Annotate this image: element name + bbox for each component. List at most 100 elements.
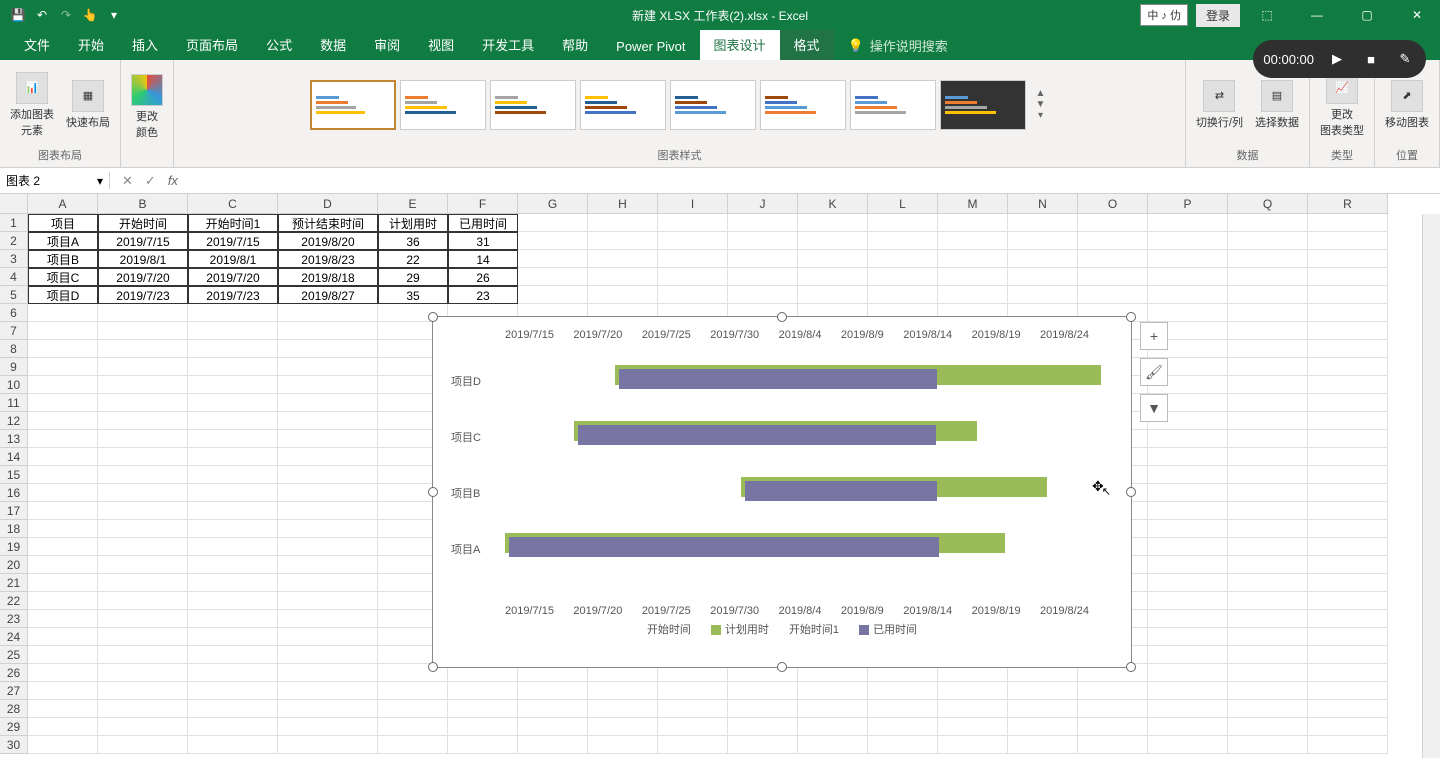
column-header[interactable]: F	[448, 194, 518, 214]
cell[interactable]	[798, 736, 868, 754]
cancel-formula-icon[interactable]: ✕	[122, 173, 133, 189]
cell[interactable]	[728, 682, 798, 700]
cell[interactable]	[588, 700, 658, 718]
cell[interactable]	[98, 592, 188, 610]
cell[interactable]: 2019/8/20	[278, 232, 378, 250]
cell[interactable]: 项目C	[28, 268, 98, 286]
cell[interactable]	[1228, 484, 1308, 502]
cell[interactable]	[1078, 250, 1148, 268]
cell[interactable]	[658, 268, 728, 286]
cell[interactable]	[278, 394, 378, 412]
cell[interactable]: 计划用时	[378, 214, 448, 232]
cell[interactable]	[1228, 286, 1308, 304]
cell[interactable]	[98, 304, 188, 322]
cell[interactable]	[518, 232, 588, 250]
cell[interactable]: 2019/8/27	[278, 286, 378, 304]
row-header[interactable]: 11	[0, 394, 28, 412]
column-header[interactable]: D	[278, 194, 378, 214]
menu-file[interactable]: 文件	[10, 29, 64, 60]
chart-filter-button[interactable]: ▼	[1140, 394, 1168, 422]
change-colors-button[interactable]: 更改 颜色	[127, 72, 167, 142]
cell[interactable]	[868, 718, 938, 736]
row-header[interactable]: 23	[0, 610, 28, 628]
cell[interactable]: 26	[448, 268, 518, 286]
cell[interactable]	[98, 484, 188, 502]
cell[interactable]	[98, 430, 188, 448]
cell[interactable]	[188, 538, 278, 556]
cell[interactable]	[1148, 466, 1228, 484]
cell[interactable]	[28, 394, 98, 412]
row-header[interactable]: 17	[0, 502, 28, 520]
cell[interactable]	[1228, 250, 1308, 268]
cell[interactable]	[1148, 448, 1228, 466]
cell[interactable]	[1308, 214, 1388, 232]
cell[interactable]	[378, 736, 448, 754]
cell[interactable]	[1228, 232, 1308, 250]
cell[interactable]	[28, 646, 98, 664]
cell[interactable]	[28, 574, 98, 592]
cell[interactable]	[588, 736, 658, 754]
cell[interactable]	[98, 520, 188, 538]
cell[interactable]	[378, 682, 448, 700]
cell[interactable]	[1148, 250, 1228, 268]
cell[interactable]	[28, 304, 98, 322]
row-header[interactable]: 24	[0, 628, 28, 646]
cell[interactable]: 2019/7/15	[188, 232, 278, 250]
cell[interactable]	[1308, 502, 1388, 520]
cell[interactable]	[278, 664, 378, 682]
row-header[interactable]: 19	[0, 538, 28, 556]
cell[interactable]	[1148, 232, 1228, 250]
cell[interactable]	[1308, 268, 1388, 286]
cell[interactable]	[278, 376, 378, 394]
row-header[interactable]: 5	[0, 286, 28, 304]
cell[interactable]	[1008, 682, 1078, 700]
cell[interactable]	[1148, 304, 1228, 322]
cell[interactable]	[378, 700, 448, 718]
cell[interactable]: 22	[378, 250, 448, 268]
cell[interactable]	[98, 682, 188, 700]
cell[interactable]	[1228, 574, 1308, 592]
cell[interactable]	[588, 286, 658, 304]
row-header[interactable]: 8	[0, 340, 28, 358]
cell[interactable]	[1148, 592, 1228, 610]
cell[interactable]	[1228, 592, 1308, 610]
column-header[interactable]: L	[868, 194, 938, 214]
minimize-button[interactable]: —	[1294, 0, 1340, 30]
cell[interactable]: 开始时间1	[188, 214, 278, 232]
cell[interactable]	[938, 736, 1008, 754]
cell[interactable]	[278, 466, 378, 484]
cell[interactable]	[938, 268, 1008, 286]
column-header[interactable]: A	[28, 194, 98, 214]
cell[interactable]	[728, 286, 798, 304]
cell[interactable]	[98, 610, 188, 628]
row-header[interactable]: 2	[0, 232, 28, 250]
cell[interactable]	[188, 358, 278, 376]
cell[interactable]	[868, 682, 938, 700]
cell[interactable]	[1308, 610, 1388, 628]
cell[interactable]	[188, 502, 278, 520]
cell[interactable]	[98, 664, 188, 682]
cell[interactable]	[98, 718, 188, 736]
cell[interactable]	[1228, 376, 1308, 394]
column-header[interactable]: K	[798, 194, 868, 214]
row-header[interactable]: 29	[0, 718, 28, 736]
resize-handle[interactable]	[1126, 312, 1136, 322]
cell[interactable]	[1308, 466, 1388, 484]
cell[interactable]	[1228, 664, 1308, 682]
cell[interactable]	[28, 358, 98, 376]
cell[interactable]	[1228, 340, 1308, 358]
cell[interactable]	[28, 484, 98, 502]
resize-handle[interactable]	[1126, 487, 1136, 497]
cell[interactable]	[518, 250, 588, 268]
cell[interactable]	[98, 736, 188, 754]
cell[interactable]: 项目	[28, 214, 98, 232]
cell[interactable]	[278, 448, 378, 466]
cell[interactable]	[1008, 286, 1078, 304]
cell[interactable]	[1148, 520, 1228, 538]
cell[interactable]	[1308, 628, 1388, 646]
cell[interactable]	[188, 556, 278, 574]
cell[interactable]	[28, 412, 98, 430]
chart-style-option[interactable]	[580, 80, 666, 130]
cell[interactable]	[1008, 268, 1078, 286]
row-header[interactable]: 27	[0, 682, 28, 700]
